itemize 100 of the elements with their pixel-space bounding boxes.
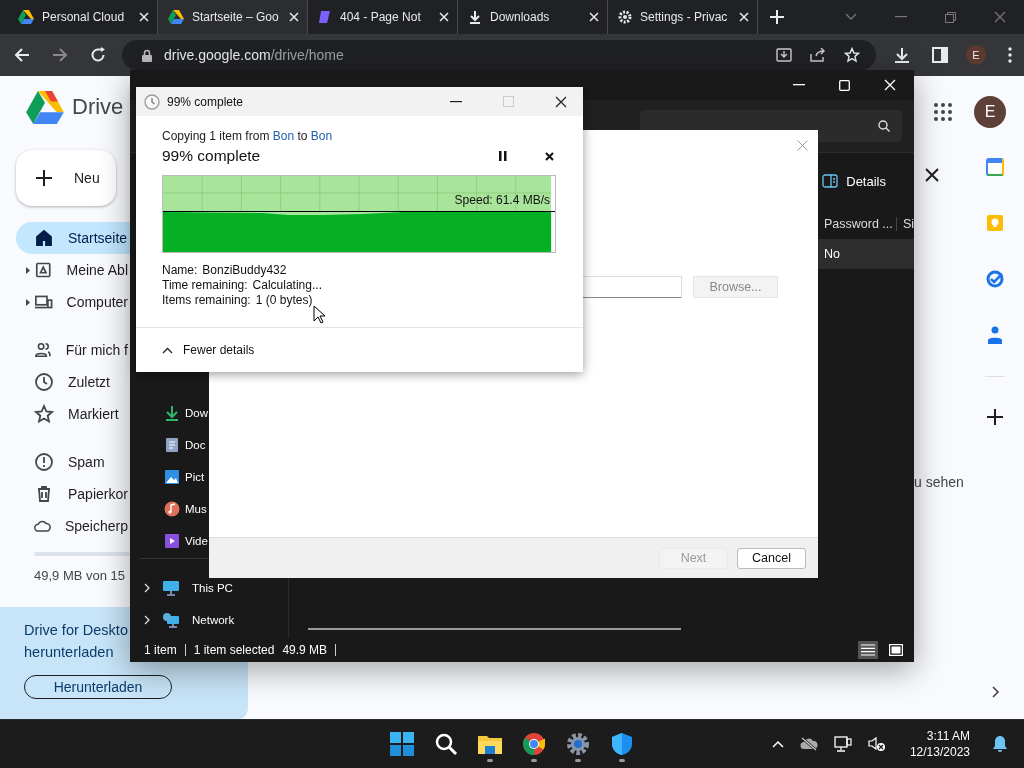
mouse-cursor-icon (313, 305, 326, 324)
network-icon[interactable] (833, 736, 852, 752)
nav-item[interactable]: Spam (0, 446, 128, 478)
minimize-icon[interactable] (793, 84, 805, 86)
clock-date[interactable]: 12/13/2023 (909, 744, 970, 760)
nav-item[interactable]: Mus (130, 493, 288, 525)
scroll-bar[interactable] (308, 628, 681, 630)
nav-item[interactable]: Pict (130, 461, 288, 493)
windows-logo-icon[interactable] (390, 732, 414, 756)
forward-arrow-icon[interactable] (52, 47, 68, 63)
calendar-icon[interactable] (986, 158, 1004, 176)
nav-item[interactable]: Markiert (0, 398, 128, 430)
nav-item[interactable]: Speicherp (0, 510, 128, 542)
column-header[interactable]: Si (896, 217, 914, 231)
detail-value: BonziBuddy432 (202, 263, 287, 277)
shield-icon[interactable] (610, 732, 634, 756)
gear-icon[interactable] (566, 732, 590, 756)
alert-icon (34, 452, 54, 472)
progress-heading: 99% complete (162, 147, 261, 165)
drive-logo-icon (26, 90, 64, 124)
video-icon (164, 533, 180, 549)
nav-item[interactable]: Computer (0, 286, 128, 318)
chrome-icon[interactable] (522, 732, 546, 756)
minimize-icon[interactable] (450, 100, 462, 103)
close-icon[interactable] (545, 151, 554, 161)
nav-item[interactable]: Doc (130, 429, 288, 461)
nav-item[interactable]: Für mich f (0, 334, 128, 366)
drive-logo-icon (168, 10, 184, 24)
status-text: 49.9 MB (282, 644, 337, 656)
cancel-button[interactable]: Cancel (737, 547, 806, 569)
apps-grid-icon[interactable] (934, 103, 952, 121)
nav-item[interactable]: Dow (130, 397, 288, 429)
pictures-icon (164, 469, 180, 485)
search-icon[interactable] (434, 732, 458, 756)
nav-item[interactable]: Zuletzt (0, 366, 128, 398)
drive-logo-icon (18, 10, 34, 24)
running-indicator (575, 759, 581, 762)
detail-label: Items remaining: (162, 293, 251, 307)
status-text: 1 item selected (193, 643, 275, 657)
menu-icon[interactable] (1008, 47, 1012, 63)
details-button[interactable]: Details (818, 171, 890, 191)
download-icon (164, 405, 180, 421)
cloud-off-icon[interactable] (799, 737, 818, 751)
clock-time[interactable]: 3:11 AM (926, 728, 970, 744)
speed-text: Speed: 61.4 MB/s (454, 193, 550, 207)
person-icon[interactable] (987, 326, 1003, 344)
details-view-button[interactable] (858, 641, 878, 659)
download-icon[interactable] (894, 47, 910, 63)
download-icon (468, 10, 482, 24)
profile-avatar[interactable]: E (966, 45, 986, 65)
detail-label: Name: (162, 263, 198, 277)
restore-icon[interactable] (945, 11, 956, 23)
storage-text: 49,9 MB von 15 (34, 568, 127, 583)
chevron-up-icon[interactable] (771, 740, 784, 748)
tiles-view-button[interactable] (886, 641, 906, 659)
nav-item[interactable]: This PC (130, 572, 288, 604)
search-icon (878, 120, 890, 132)
maximize-icon[interactable] (839, 79, 850, 91)
account-avatar[interactable]: E (974, 96, 1006, 128)
clock-icon (144, 93, 160, 110)
file-row[interactable]: No (818, 239, 914, 269)
back-arrow-icon[interactable] (14, 47, 30, 63)
window-title: 99% complete (167, 94, 244, 109)
caret-icon[interactable] (26, 266, 30, 274)
task-check-icon[interactable] (986, 270, 1004, 288)
monitor-icon (162, 580, 180, 596)
new-button[interactable]: Neu (16, 150, 116, 206)
page-icon (318, 10, 332, 24)
close-icon[interactable] (555, 95, 567, 108)
people-icon (34, 340, 52, 360)
table-cell: No (824, 247, 840, 261)
nav-item[interactable]: Vide (130, 525, 288, 557)
reload-icon[interactable] (90, 47, 106, 63)
bell-icon[interactable] (992, 735, 1008, 753)
star-icon (34, 404, 54, 424)
fewer-details-button[interactable]: Fewer details (160, 341, 257, 359)
browser-tab[interactable]: Startseite – Goo (158, 0, 308, 34)
maximize-icon (503, 96, 514, 107)
nav-item[interactable]: Startseite (16, 222, 130, 254)
star-icon[interactable] (844, 47, 860, 63)
address-bar[interactable]: drive.google.com/drive/home (122, 40, 876, 70)
detail-label: Time remaining: (162, 278, 248, 292)
nav-item[interactable]: Meine Abl (0, 254, 128, 286)
install-icon[interactable] (776, 48, 792, 62)
nav-item[interactable]: Network (130, 604, 288, 636)
share-icon[interactable] (810, 48, 826, 62)
destination-link[interactable]: Bon (310, 129, 333, 143)
chevron-down-icon[interactable] (845, 13, 857, 21)
gear-icon (618, 10, 632, 24)
running-indicator (531, 759, 537, 762)
source-link[interactable]: Bon (272, 129, 295, 143)
nav-item[interactable]: Papierkor (0, 478, 128, 510)
details-pane-icon (822, 174, 839, 188)
plus-icon[interactable] (987, 409, 1003, 425)
caret-icon[interactable] (26, 298, 30, 306)
close-icon[interactable] (925, 168, 939, 182)
pause-icon[interactable] (499, 151, 507, 161)
chevron-right-icon[interactable] (992, 686, 1000, 698)
side-panel-icon[interactable] (932, 47, 948, 63)
volume-muted-icon[interactable] (867, 736, 886, 752)
